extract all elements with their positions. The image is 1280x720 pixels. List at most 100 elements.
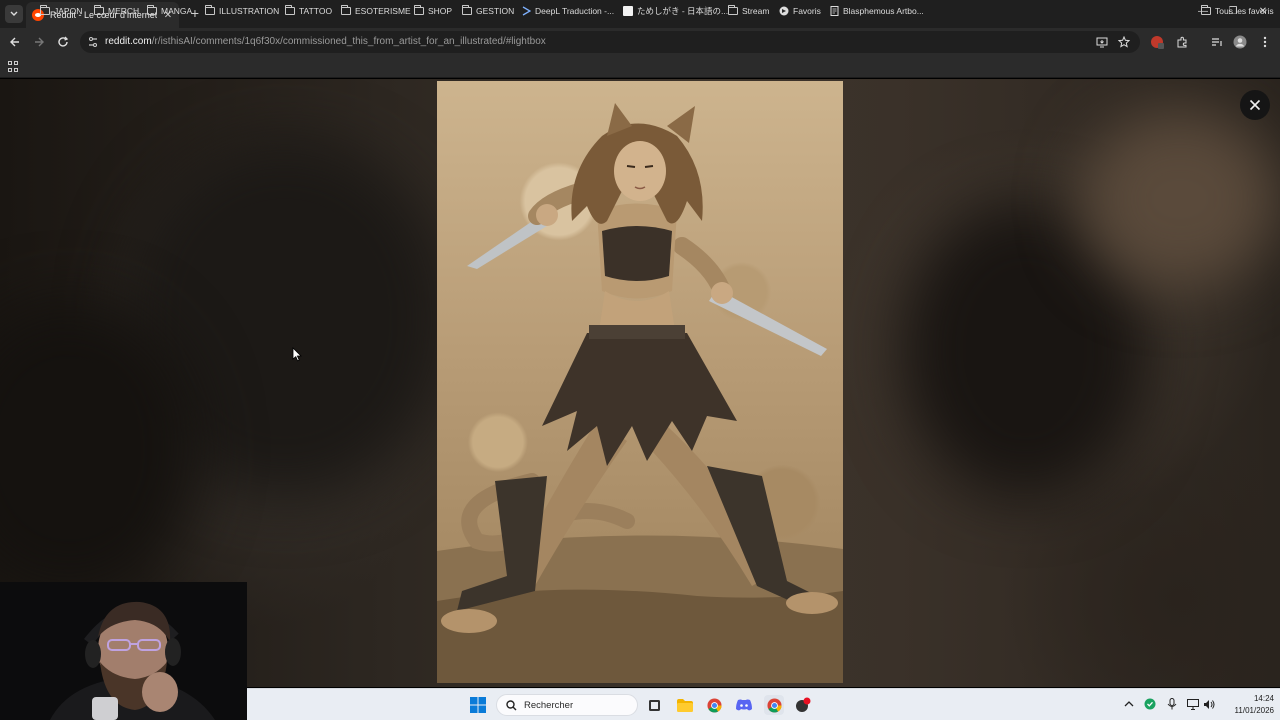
bookmark-label: MANGA xyxy=(161,6,193,16)
globe-icon xyxy=(779,6,789,16)
close-lightbox-button[interactable] xyxy=(1240,90,1270,120)
folder-icon xyxy=(414,5,424,15)
apps-icon[interactable] xyxy=(8,61,19,72)
chrome-icon xyxy=(766,697,782,713)
folder-icon xyxy=(40,5,50,15)
folder-icon xyxy=(205,5,215,15)
shield-icon xyxy=(1144,698,1156,710)
clock-time: 14:24 xyxy=(1253,694,1274,703)
windows-taskbar: Rechercher 14:24 11/01/2026 xyxy=(247,688,1280,720)
bookmark-illustration[interactable]: ILLUSTRATION xyxy=(205,4,279,18)
app-badge-icon xyxy=(796,697,811,712)
reload-icon xyxy=(58,36,69,47)
folder-app-icon xyxy=(677,698,693,712)
bookmark-label: Blasphemous Artbo... xyxy=(843,6,924,16)
chrome-icon xyxy=(706,697,722,713)
page-icon xyxy=(623,6,633,16)
bookmark-label: JAPON xyxy=(54,6,83,16)
bookmark-tameshigaki[interactable]: ためしがき - 日本語の... xyxy=(623,4,728,18)
bookmark-label: ためしがき - 日本語の... xyxy=(637,6,729,16)
bookmark-label: SHOP xyxy=(428,6,453,16)
task-view-button[interactable] xyxy=(644,695,664,715)
network-tray-icon[interactable] xyxy=(1187,698,1199,710)
discord-icon xyxy=(736,699,752,711)
url-text[interactable]: reddit.com/r/isthisAI/comments/1q6f30x/c… xyxy=(105,36,546,47)
lightbox-image[interactable] xyxy=(437,81,843,683)
close-icon xyxy=(1249,99,1261,111)
bookmark-esoterisme[interactable]: ESOTERISME xyxy=(341,4,411,18)
document-icon xyxy=(830,6,839,16)
folder-icon xyxy=(94,5,104,15)
bookmark-label: DeepL Traduction -... xyxy=(535,6,615,16)
bookmark-japon[interactable]: JAPON xyxy=(40,4,82,18)
bookmark-label: MERCH xyxy=(108,6,140,16)
mouse-cursor-icon xyxy=(292,347,302,362)
bookmark-label: Stream xyxy=(742,6,770,16)
browser-toolbar: reddit.com/r/isthisAI/comments/1q6f30x/c… xyxy=(0,28,1280,56)
clock-date: 11/01/2026 xyxy=(1234,706,1274,715)
start-button[interactable] xyxy=(468,695,488,715)
menu-icon[interactable] xyxy=(1258,35,1272,49)
arrow-right-icon xyxy=(35,37,44,47)
webcam-overlay xyxy=(0,582,247,720)
folder-icon xyxy=(285,5,295,15)
bookmark-label: GESTION xyxy=(476,6,515,16)
profile-avatar[interactable] xyxy=(1233,35,1247,49)
taskbar-search-placeholder: Rechercher xyxy=(524,699,574,711)
windows-icon xyxy=(470,697,486,713)
bookmark-gestion[interactable]: GESTION xyxy=(462,4,514,18)
install-app-icon[interactable] xyxy=(1096,36,1108,48)
bookmark-star-icon[interactable] xyxy=(1118,36,1130,48)
microphone-icon xyxy=(1167,698,1177,710)
volume-tray-icon[interactable] xyxy=(1203,698,1215,710)
task-view-icon xyxy=(648,699,660,711)
chevron-up-icon xyxy=(1124,701,1134,707)
folder-icon xyxy=(341,5,351,15)
bookmark-label: Favoris xyxy=(793,6,821,16)
deepl-icon xyxy=(522,6,531,16)
tab-search-button[interactable] xyxy=(5,5,23,23)
show-hidden-icons-button[interactable] xyxy=(1123,698,1135,710)
monitor-network-icon xyxy=(1187,698,1199,710)
illustration-graphic xyxy=(437,103,843,683)
site-info-icon[interactable] xyxy=(87,36,99,48)
back-button[interactable] xyxy=(8,35,22,49)
bookmark-tattoo[interactable]: TATTOO xyxy=(285,4,332,18)
system-clock[interactable]: 14:24 11/01/2026 xyxy=(1226,693,1274,717)
folder-icon xyxy=(462,5,472,15)
taskbar-search[interactable]: Rechercher xyxy=(496,694,638,716)
all-bookmarks-label: Tous les favoris xyxy=(1215,6,1274,16)
search-icon xyxy=(506,699,517,710)
bookmark-stream[interactable]: Stream xyxy=(728,4,769,18)
file-explorer-button[interactable] xyxy=(675,695,695,715)
bookmark-favoris[interactable]: Favoris xyxy=(779,4,821,18)
all-bookmarks-button[interactable]: Tous les favoris xyxy=(1201,4,1274,18)
bookmark-label: TATTOO xyxy=(299,6,333,16)
folder-icon xyxy=(1201,5,1211,15)
bookmark-blasphemous[interactable]: Blasphemous Artbo... xyxy=(830,4,924,18)
microphone-tray-icon[interactable] xyxy=(1166,698,1178,710)
chevron-down-icon xyxy=(10,11,18,16)
folder-icon xyxy=(147,5,157,15)
bookmark-deepl[interactable]: DeepL Traduction -... xyxy=(522,4,614,18)
extensions-icon[interactable] xyxy=(1175,35,1189,49)
chrome-app-button[interactable] xyxy=(704,695,724,715)
forward-button[interactable] xyxy=(32,35,46,49)
chrome-active-app-button[interactable] xyxy=(764,695,784,715)
folder-icon xyxy=(728,5,738,15)
media-app-button[interactable] xyxy=(793,695,813,715)
address-bar[interactable]: reddit.com/r/isthisAI/comments/1q6f30x/c… xyxy=(80,31,1140,53)
extension-badge-icon[interactable] xyxy=(1150,35,1164,49)
bookmarks-bar xyxy=(0,56,1280,78)
bookmark-label: ILLUSTRATION xyxy=(219,6,280,16)
bookmark-manga[interactable]: MANGA xyxy=(147,4,192,18)
reload-button[interactable] xyxy=(56,35,70,49)
security-tray-icon[interactable] xyxy=(1144,698,1156,710)
bookmark-merch[interactable]: MERCH xyxy=(94,4,139,18)
media-controls-icon[interactable] xyxy=(1210,35,1224,49)
discord-app-button[interactable] xyxy=(734,695,754,715)
bookmark-shop[interactable]: SHOP xyxy=(414,4,452,18)
speaker-icon xyxy=(1204,699,1215,709)
url-path: /r/isthisAI/comments/1q6f30x/commissione… xyxy=(151,36,546,47)
streamer-webcam-graphic xyxy=(0,582,247,720)
